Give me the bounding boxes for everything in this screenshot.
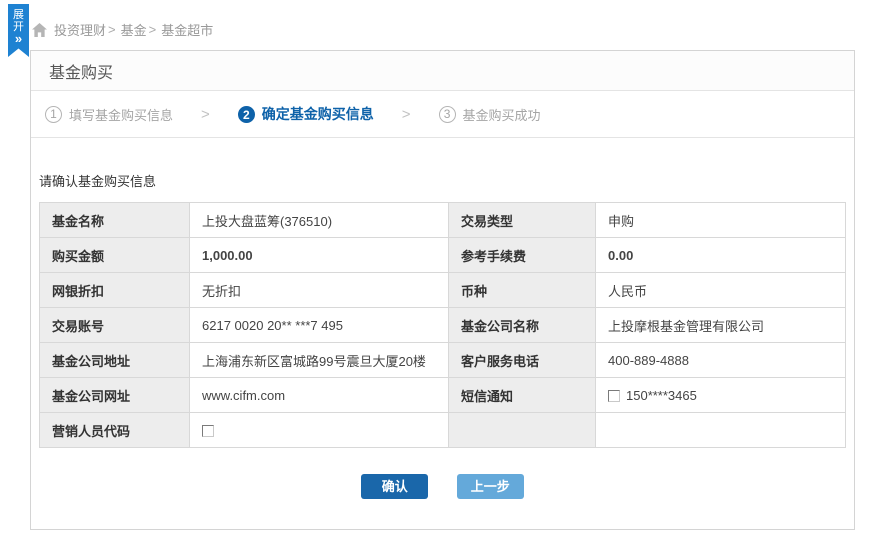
marketing-code-checkbox[interactable] xyxy=(202,425,214,437)
step-2-number: 2 xyxy=(238,106,255,123)
action-buttons: 确认 上一步 xyxy=(39,474,846,499)
empty-label-cell xyxy=(449,413,596,448)
table-row: 网银折扣 无折扣 币种 人民币 xyxy=(40,273,846,308)
table-row: 基金公司地址 上海浦东新区富城路99号震旦大厦20楼 客户服务电话 400-88… xyxy=(40,343,846,378)
sms-notify-cell: 150****3465 xyxy=(596,378,846,413)
page-title: 基金购买 xyxy=(49,59,113,83)
breadcrumb-separator: > xyxy=(149,22,157,37)
table-row: 基金公司网址 www.cifm.com 短信通知 150****3465 xyxy=(40,378,846,413)
previous-step-button[interactable]: 上一步 xyxy=(457,474,524,499)
panel-header: 基金购买 xyxy=(31,51,854,91)
table-row: 基金名称 上投大盘蓝筹(376510) 交易类型 申购 xyxy=(40,203,846,238)
fee-label: 参考手续费 xyxy=(449,238,596,273)
step-1-number: 1 xyxy=(45,106,62,123)
empty-value-cell xyxy=(596,413,846,448)
step-3-number: 3 xyxy=(439,106,456,123)
expand-ribbon-tab[interactable]: 展 开 » xyxy=(8,4,29,57)
trade-account-label: 交易账号 xyxy=(40,308,190,343)
fund-company-address-label: 基金公司地址 xyxy=(40,343,190,378)
fee-value: 0.00 xyxy=(596,238,846,273)
sms-notify-phone: 150****3465 xyxy=(626,388,697,403)
step-2-confirm-info: 2 确定基金购买信息 xyxy=(238,104,374,124)
trade-type-label: 交易类型 xyxy=(449,203,596,238)
fund-name-value: 上投大盘蓝筹(376510) xyxy=(190,203,449,238)
breadcrumb-separator: > xyxy=(108,22,116,37)
currency-value: 人民币 xyxy=(596,273,846,308)
confirm-heading: 请确认基金购买信息 xyxy=(39,171,846,190)
table-row: 交易账号 6217 0020 20** ***7 495 基金公司名称 上投摩根… xyxy=(40,308,846,343)
ebank-discount-value: 无折扣 xyxy=(190,273,449,308)
confirm-button[interactable]: 确认 xyxy=(361,474,428,499)
fund-company-name-label: 基金公司名称 xyxy=(449,308,596,343)
step-1-label: 填写基金购买信息 xyxy=(69,105,173,124)
table-row: 营销人员代码 xyxy=(40,413,846,448)
step-separator-chevron: > xyxy=(402,106,411,123)
breadcrumb: 投资理财 > 基金 > 基金超市 xyxy=(32,20,213,39)
service-phone-value: 400-889-4888 xyxy=(596,343,846,378)
fund-company-website-label: 基金公司网址 xyxy=(40,378,190,413)
sms-notify-checkbox[interactable] xyxy=(608,390,620,402)
step-separator-chevron: > xyxy=(201,106,210,123)
breadcrumb-item-fund[interactable]: 基金 xyxy=(121,20,147,39)
step-3-label: 基金购买成功 xyxy=(463,105,541,124)
fund-name-label: 基金名称 xyxy=(40,203,190,238)
trade-account-value: 6217 0020 20** ***7 495 xyxy=(190,308,449,343)
home-icon[interactable] xyxy=(32,23,47,37)
confirm-section: 请确认基金购买信息 基金名称 上投大盘蓝筹(376510) 交易类型 申购 购买… xyxy=(31,171,854,499)
breadcrumb-item-invest[interactable]: 投资理财 xyxy=(54,20,106,39)
trade-type-value: 申购 xyxy=(596,203,846,238)
step-3-success: 3 基金购买成功 xyxy=(439,105,541,124)
service-phone-label: 客户服务电话 xyxy=(449,343,596,378)
step-2-label: 确定基金购买信息 xyxy=(262,104,374,124)
currency-label: 币种 xyxy=(449,273,596,308)
fund-company-name-value: 上投摩根基金管理有限公司 xyxy=(596,308,846,343)
step-indicator: 1 填写基金购买信息 > 2 确定基金购买信息 > 3 基金购买成功 xyxy=(31,91,854,138)
table-row: 购买金额 1,000.00 参考手续费 0.00 xyxy=(40,238,846,273)
fund-purchase-panel: 基金购买 1 填写基金购买信息 > 2 确定基金购买信息 > 3 基金购买成功 … xyxy=(30,50,855,530)
double-chevron-right-icon: » xyxy=(8,33,29,45)
step-1-fill-info: 1 填写基金购买信息 xyxy=(45,105,173,124)
fund-company-website-value: www.cifm.com xyxy=(190,378,449,413)
marketing-code-label: 营销人员代码 xyxy=(40,413,190,448)
expand-label-char: 展 xyxy=(8,9,29,21)
sms-notify-label: 短信通知 xyxy=(449,378,596,413)
purchase-amount-label: 购买金额 xyxy=(40,238,190,273)
fund-purchase-info-table: 基金名称 上投大盘蓝筹(376510) 交易类型 申购 购买金额 1,000.0… xyxy=(39,202,846,448)
ebank-discount-label: 网银折扣 xyxy=(40,273,190,308)
purchase-amount-value: 1,000.00 xyxy=(190,238,449,273)
marketing-code-cell xyxy=(190,413,449,448)
breadcrumb-item-fund-market[interactable]: 基金超市 xyxy=(161,20,213,39)
fund-company-address-value: 上海浦东新区富城路99号震旦大厦20楼 xyxy=(190,343,449,378)
